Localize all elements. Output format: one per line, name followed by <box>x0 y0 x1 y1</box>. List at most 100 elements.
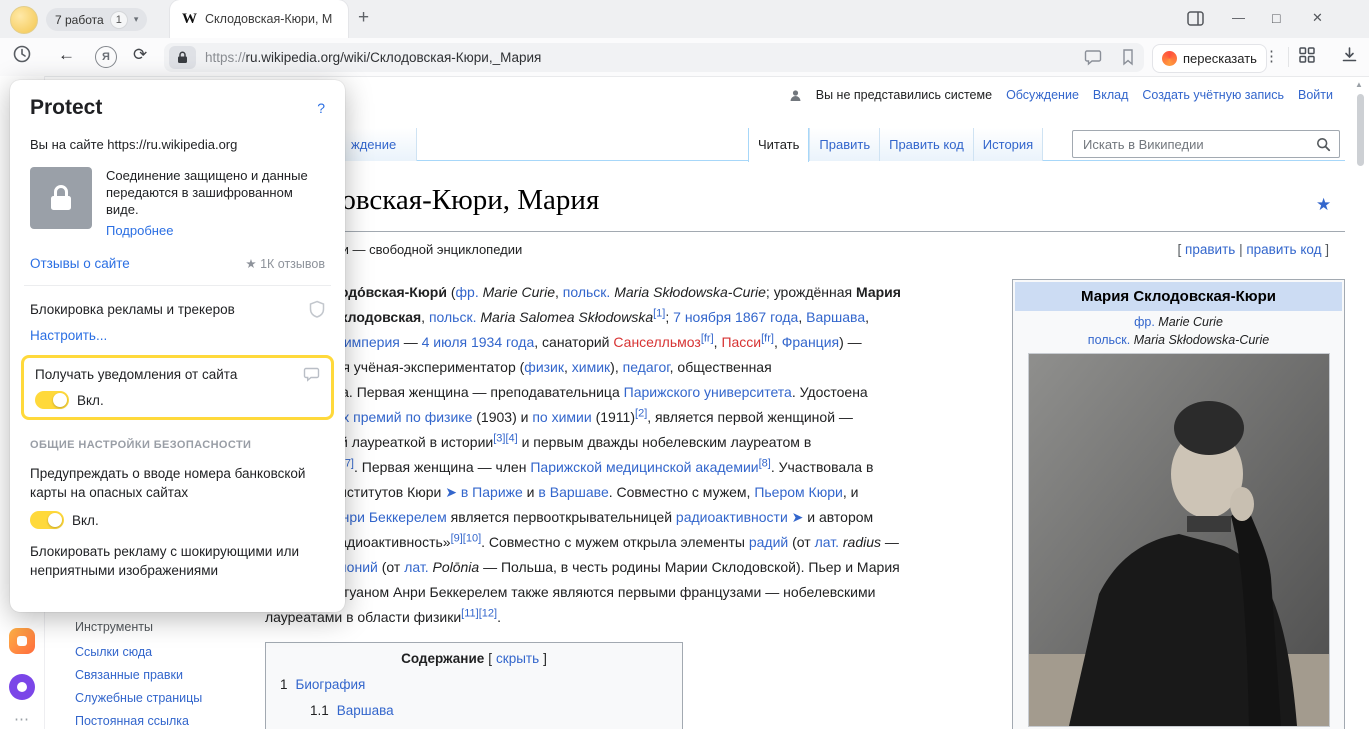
infobox-lang1-label[interactable]: фр. <box>1134 315 1155 329</box>
footnote-ref[interactable]: [1] <box>653 307 665 319</box>
toc-item-link[interactable]: Варшава <box>337 703 394 718</box>
tools-link-related[interactable]: Связанные правки <box>75 668 202 682</box>
tools-link-special[interactable]: Служебные страницы <box>75 691 202 705</box>
shocking-ads-line1: Блокировать рекламу с шокирующими или <box>30 542 325 561</box>
footnote-ref[interactable]: [11][12] <box>461 607 497 619</box>
tab-edit[interactable]: Править <box>809 128 879 161</box>
alice-assistant-icon[interactable] <box>9 674 35 700</box>
wiki-link[interactable]: радий <box>749 534 788 550</box>
search-icon[interactable] <box>1316 137 1331 152</box>
wiki-link[interactable]: фр. <box>456 284 479 300</box>
rail-more-icon[interactable]: ⋯ <box>14 710 29 728</box>
wiki-link[interactable]: Франция <box>782 334 839 350</box>
wiki-link[interactable]: польск. <box>563 284 611 300</box>
tab-group-chip[interactable]: 7 работа 1 ▾ <box>46 8 147 31</box>
edit-source-link[interactable]: править код <box>1246 242 1321 257</box>
wiki-link[interactable]: Парижской медицинской академии <box>530 459 758 475</box>
toc-item[interactable]: 1Биография <box>280 677 682 692</box>
tools-link-permanent[interactable]: Постоянная ссылка <box>75 714 202 728</box>
profile-avatar[interactable] <box>10 6 38 34</box>
wiki-link[interactable]: 1867 года <box>735 309 798 325</box>
watch-star-icon[interactable]: ★ <box>1316 195 1331 215</box>
article-line: лауреатами в области физики[11][12]. <box>265 605 1010 630</box>
configure-link[interactable]: Настроить... <box>30 328 325 343</box>
wiki-link[interactable]: 1934 года <box>471 334 534 350</box>
protect-popup: Protect ? Вы на сайте https://ru.wikiped… <box>10 80 345 612</box>
comment-bubble-icon[interactable] <box>1084 48 1102 71</box>
reload-button[interactable]: ⟳ <box>133 45 147 65</box>
help-link[interactable]: ? <box>317 100 325 116</box>
separator: | <box>1235 242 1246 257</box>
toc-item[interactable]: 1.1Варшава <box>310 703 682 718</box>
site-reviews-link[interactable]: Отзывы о сайте <box>30 256 130 271</box>
notifications-toggle[interactable] <box>35 391 69 409</box>
footnote-ref[interactable]: [8] <box>759 457 771 469</box>
portrait-photo[interactable] <box>1028 353 1330 727</box>
wiki-link[interactable]: химик <box>572 359 610 375</box>
personal-link-contributions[interactable]: Вклад <box>1093 88 1129 102</box>
more-menu-button[interactable]: ⋮ <box>1264 47 1279 65</box>
wiki-link[interactable]: по химии <box>532 409 591 425</box>
toc-item-link[interactable]: Биография <box>296 677 366 692</box>
yandex-home-button[interactable]: Я <box>95 46 117 68</box>
wiki-link[interactable]: в Варшаве <box>538 484 608 500</box>
scrollbar-up-arrow[interactable]: ▲ <box>1355 80 1363 89</box>
card-warning-toggle[interactable] <box>30 511 64 529</box>
wiki-link[interactable]: радиоактивности ➤ <box>676 509 803 525</box>
active-tab[interactable]: W Склодовская-Кюри, Ма <box>170 0 348 38</box>
tab-history[interactable]: История <box>973 128 1043 161</box>
page-action-tabs: Читать Править Править код История <box>748 128 1043 161</box>
url-text[interactable]: https://ru.wikipedia.org/wiki/Склодовска… <box>205 50 541 65</box>
fr-ref[interactable]: [fr] <box>701 332 714 344</box>
wiki-link[interactable]: Парижского университета <box>624 384 792 400</box>
infobox-lang2-label[interactable]: польск. <box>1088 333 1130 347</box>
bookmark-flag-icon[interactable] <box>1120 48 1136 71</box>
search-input[interactable] <box>1081 136 1310 153</box>
tabs-tiles-icon[interactable] <box>1298 46 1316 69</box>
tab-edit-source[interactable]: Править код <box>879 128 973 161</box>
wiki-search-box[interactable] <box>1072 130 1340 158</box>
maximize-button[interactable]: □ <box>1272 10 1280 26</box>
wikipedia-favicon: W <box>182 11 197 28</box>
scrollbar-thumb[interactable] <box>1357 94 1364 166</box>
tab-read[interactable]: Читать <box>748 128 809 162</box>
footnote-ref[interactable]: [3][4] <box>493 432 517 444</box>
tools-link-whatlinkshere[interactable]: Ссылки сюда <box>75 645 202 659</box>
history-clock-icon[interactable] <box>12 44 32 69</box>
address-bar[interactable]: https://ru.wikipedia.org/wiki/Склодовска… <box>164 43 1144 72</box>
wiki-link[interactable]: 7 ноября <box>673 309 731 325</box>
personal-link-discussion[interactable]: Обсуждение <box>1006 88 1079 102</box>
personal-link-create-account[interactable]: Создать учётную запись <box>1142 88 1284 102</box>
infobox-title: Мария Склодовская-Кюри <box>1015 282 1342 311</box>
wiki-link[interactable]: Пьером Кюри <box>754 484 843 500</box>
redlink[interactable]: Санселльмоз <box>613 334 700 350</box>
minimize-button[interactable]: — <box>1232 10 1245 25</box>
downloads-icon[interactable] <box>1340 45 1359 69</box>
wiki-link[interactable]: 4 июля <box>422 334 467 350</box>
retell-button[interactable]: пересказать <box>1152 44 1267 73</box>
italic-text: Maria Skłodowska-Curie <box>614 284 766 300</box>
sidebar-toggle-icon[interactable] <box>1186 9 1205 33</box>
fr-ref[interactable]: [fr] <box>761 332 774 344</box>
toc-hide-link[interactable]: скрыть <box>496 651 539 666</box>
edit-link[interactable]: править <box>1185 242 1235 257</box>
article-line: Мари́я Склодо́вская-Кюри́ (фр. Marie Cur… <box>265 280 1010 305</box>
back-button[interactable]: ← <box>58 45 75 65</box>
wiki-link[interactable]: физик <box>524 359 564 375</box>
wiki-link[interactable]: Варшава <box>806 309 865 325</box>
wiki-link[interactable]: лат. <box>404 559 428 575</box>
lock-button[interactable] <box>169 46 196 69</box>
details-link[interactable]: Подробнее <box>106 222 325 239</box>
wiki-link[interactable]: лат. <box>815 534 839 550</box>
footnote-ref[interactable]: [9][10] <box>451 532 482 544</box>
close-button[interactable]: ✕ <box>1312 10 1323 26</box>
market-icon[interactable] <box>9 628 35 654</box>
wiki-link[interactable]: педагог <box>623 359 670 375</box>
redlink[interactable]: Пасси <box>721 334 761 350</box>
wiki-link[interactable]: ➤ в Париже <box>445 484 523 500</box>
wiki-link[interactable]: польск. <box>429 309 477 325</box>
article-line: наряду с Антуаном Анри Беккерелем также … <box>265 580 1010 605</box>
new-tab-button[interactable]: + <box>358 7 369 29</box>
personal-link-login[interactable]: Войти <box>1298 88 1333 102</box>
footnote-ref[interactable]: [2] <box>635 407 647 419</box>
